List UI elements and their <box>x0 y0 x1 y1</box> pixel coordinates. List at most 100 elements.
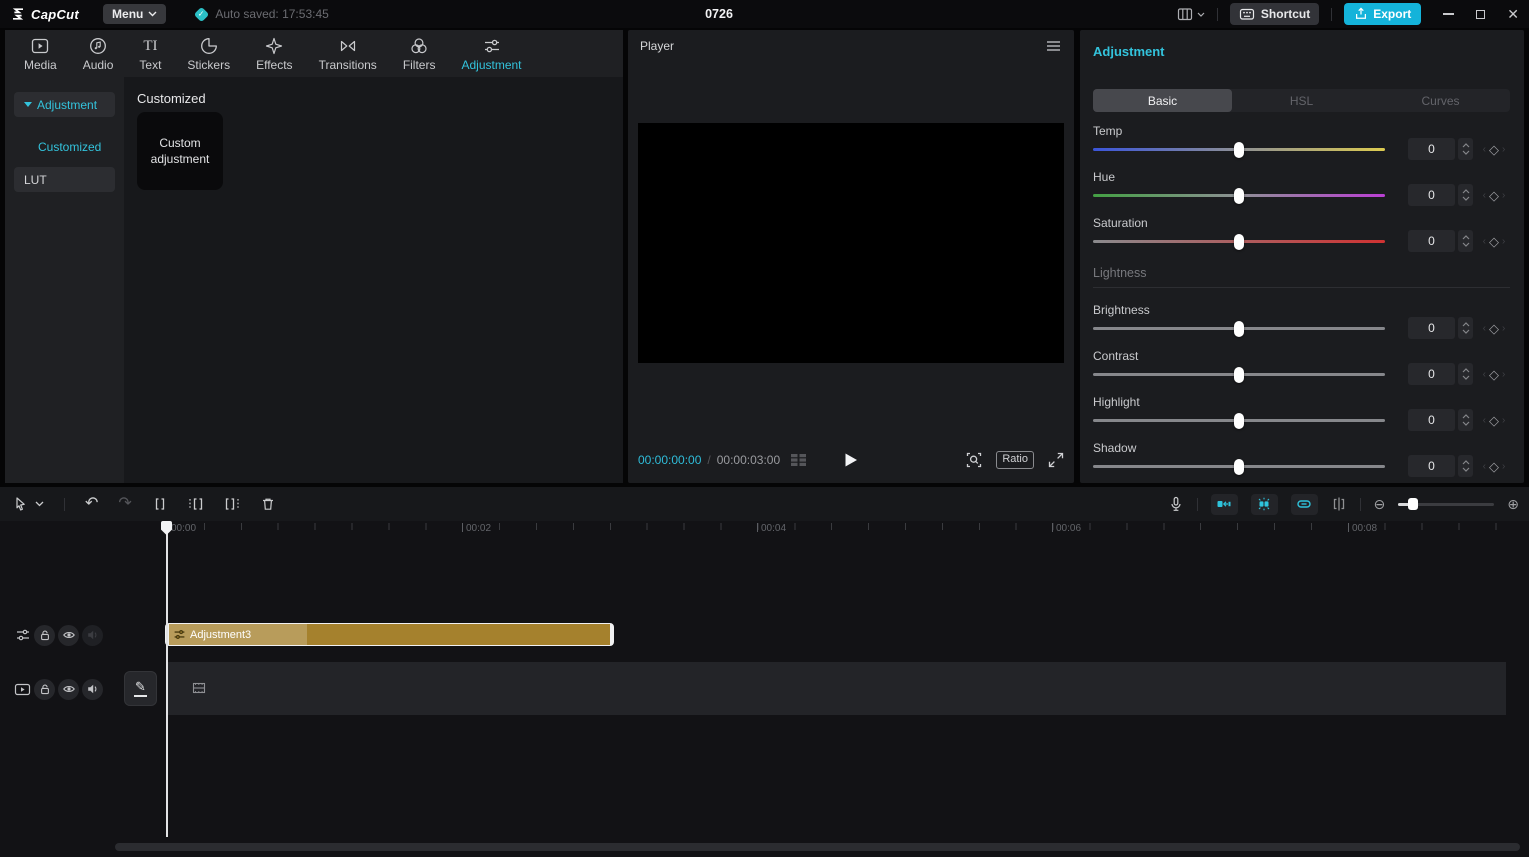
tab-curves[interactable]: Curves <box>1371 89 1510 112</box>
auto-split-toggle-button[interactable] <box>1251 494 1278 515</box>
tab-effects[interactable]: Effects <box>243 36 305 72</box>
slider-row-hue: Hue 0 ‹◇› <box>1080 170 1524 216</box>
highlight-value-input[interactable]: 0 <box>1408 409 1455 431</box>
tab-filters[interactable]: Filters <box>390 36 449 72</box>
tab-text[interactable]: TI Text <box>126 36 174 72</box>
zoom-in-button[interactable]: ⊕ <box>1507 497 1519 511</box>
timeline-ruler[interactable]: 00:00 00:02 00:04 00:06 00:08 <box>0 521 1529 543</box>
tab-transitions[interactable]: Transitions <box>306 36 390 72</box>
temp-value-input[interactable]: 0 <box>1408 138 1455 160</box>
slider-thumb[interactable] <box>1234 459 1244 475</box>
slider-thumb[interactable] <box>1234 367 1244 383</box>
play-button[interactable] <box>844 452 859 468</box>
preview-axis-button[interactable] <box>1331 496 1347 512</box>
shadow-slider[interactable] <box>1093 465 1385 468</box>
tab-adjustment[interactable]: Adjustment <box>448 36 534 72</box>
tab-basic[interactable]: Basic <box>1093 89 1232 112</box>
split-delete-left-button[interactable] <box>188 496 204 512</box>
temp-keyframe-button[interactable]: ‹◇› <box>1476 138 1512 160</box>
saturation-stepper[interactable] <box>1458 230 1473 252</box>
contrast-keyframe-button[interactable]: ‹◇› <box>1476 363 1512 385</box>
slider-thumb[interactable] <box>1234 413 1244 429</box>
saturation-keyframe-button[interactable]: ‹◇› <box>1476 230 1512 252</box>
lock-track-button[interactable] <box>34 625 55 646</box>
minimize-button[interactable] <box>1443 13 1454 15</box>
sidebar-item-adjustment[interactable]: Adjustment <box>14 92 115 117</box>
current-time: 00:00:00:00 <box>638 453 701 467</box>
hue-keyframe-button[interactable]: ‹◇› <box>1476 184 1512 206</box>
zoom-out-button[interactable]: ⊖ <box>1374 497 1386 511</box>
mute-track-button[interactable] <box>82 679 103 700</box>
hue-value-input[interactable]: 0 <box>1408 184 1455 206</box>
keyframe-diamond-icon: ◇ <box>1489 368 1499 381</box>
saturation-slider[interactable] <box>1093 240 1385 243</box>
tab-stickers[interactable]: Stickers <box>174 36 243 72</box>
brightness-keyframe-button[interactable]: ‹◇› <box>1476 317 1512 339</box>
slider-thumb[interactable] <box>1234 188 1244 204</box>
workspace-layout-button[interactable] <box>1177 6 1205 22</box>
edit-cover-button[interactable]: ✎ <box>124 671 157 706</box>
brightness-slider[interactable] <box>1093 327 1385 330</box>
menu-button[interactable]: Menu <box>103 4 166 24</box>
redo-button[interactable]: ↷ <box>118 496 131 512</box>
audio-icon <box>88 36 108 56</box>
chevron-down-icon <box>35 501 44 507</box>
shadow-keyframe-button[interactable]: ‹◇› <box>1476 455 1512 477</box>
sidebar-item-customized[interactable]: Customized <box>14 134 115 159</box>
highlight-stepper[interactable] <box>1458 409 1473 431</box>
playhead-line[interactable] <box>166 521 168 837</box>
highlight-slider[interactable] <box>1093 419 1385 422</box>
brightness-value-input[interactable]: 0 <box>1408 317 1455 339</box>
player-menu-icon[interactable] <box>1047 41 1060 51</box>
zoom-slider-thumb[interactable] <box>1408 498 1418 510</box>
ratio-button[interactable]: Ratio <box>996 451 1034 469</box>
link-toggle-button[interactable] <box>1291 494 1318 515</box>
sidebar-item-lut[interactable]: LUT <box>14 167 115 192</box>
frames-icon <box>790 453 808 467</box>
hue-stepper[interactable] <box>1458 184 1473 206</box>
tab-media[interactable]: Media <box>11 36 70 72</box>
mute-track-button[interactable] <box>82 625 103 646</box>
main-video-track[interactable] <box>168 662 1506 715</box>
horizontal-scrollbar[interactable] <box>115 843 1520 851</box>
speaker-icon <box>86 628 100 642</box>
contrast-stepper[interactable] <box>1458 363 1473 385</box>
undo-button[interactable]: ↶ <box>85 496 98 512</box>
temp-slider[interactable] <box>1093 148 1385 151</box>
video-preview[interactable] <box>638 123 1064 363</box>
shortcut-button[interactable]: Shortcut <box>1230 3 1319 25</box>
lock-track-button[interactable] <box>34 679 55 700</box>
hue-slider[interactable] <box>1093 194 1385 197</box>
divider <box>1217 8 1218 21</box>
brightness-stepper[interactable] <box>1458 317 1473 339</box>
tab-hsl[interactable]: HSL <box>1232 89 1371 112</box>
timeline-zoom-slider[interactable] <box>1398 503 1494 506</box>
shadow-stepper[interactable] <box>1458 455 1473 477</box>
snap-toggle-button[interactable] <box>1211 494 1238 515</box>
select-tool-button[interactable] <box>12 496 44 512</box>
adjustment-clip[interactable]: Adjustment3 <box>165 623 614 646</box>
highlight-keyframe-button[interactable]: ‹◇› <box>1476 409 1512 431</box>
hide-track-button[interactable] <box>58 679 79 700</box>
shadow-value-input[interactable]: 0 <box>1408 455 1455 477</box>
delete-button[interactable] <box>260 496 276 512</box>
tab-audio[interactable]: Audio <box>70 36 127 72</box>
contrast-value-input[interactable]: 0 <box>1408 363 1455 385</box>
slider-thumb[interactable] <box>1234 142 1244 158</box>
focus-zoom-icon[interactable] <box>966 452 982 468</box>
record-voiceover-button[interactable] <box>1168 496 1184 512</box>
fullscreen-icon[interactable] <box>1048 452 1064 468</box>
hide-track-button[interactable] <box>58 625 79 646</box>
temp-stepper[interactable] <box>1458 138 1473 160</box>
slider-thumb[interactable] <box>1234 321 1244 337</box>
custom-adjustment-card[interactable]: Custom adjustment <box>137 112 223 190</box>
saturation-value-input[interactable]: 0 <box>1408 230 1455 252</box>
export-button[interactable]: Export <box>1344 3 1421 25</box>
contrast-slider[interactable] <box>1093 373 1385 376</box>
maximize-button[interactable] <box>1476 10 1485 19</box>
close-button[interactable]: ✕ <box>1507 7 1519 21</box>
slider-thumb[interactable] <box>1234 234 1244 250</box>
split-delete-right-button[interactable] <box>224 496 240 512</box>
split-button[interactable] <box>152 496 168 512</box>
video-track-icon <box>14 682 31 697</box>
